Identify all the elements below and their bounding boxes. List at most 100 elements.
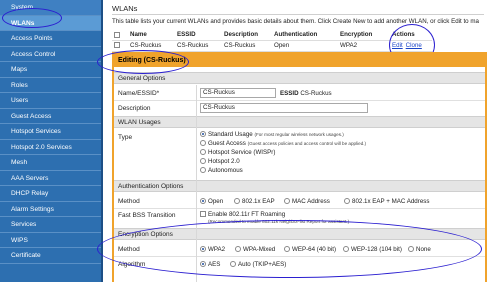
alg-aes-label: AES xyxy=(208,261,221,268)
row-select-cell xyxy=(112,39,128,52)
auth-8021x-mac[interactable]: 802.1x EAP + MAC Address xyxy=(344,198,429,205)
fast-bss-option[interactable]: Enable 802.11r FT Roaming xyxy=(200,211,285,218)
sidebar-item-services[interactable]: Services xyxy=(0,217,101,233)
enc-wep128-label: WEP-128 (104 bit) xyxy=(351,246,402,253)
cell-essid: CS-Ruckus xyxy=(175,39,222,52)
description-input[interactable]: CS-Ruckus xyxy=(200,103,368,113)
enc-none[interactable]: None xyxy=(408,246,431,253)
column-header-encryption: Encryption xyxy=(340,31,373,39)
panel-title: Editing (CS-Ruckus) xyxy=(114,54,485,67)
enc-wep-64[interactable]: WEP-64 (40 bit) xyxy=(284,246,336,253)
sidebar-item-certificate[interactable]: Certificate xyxy=(0,248,101,264)
essid-value: CS-Ruckus xyxy=(300,90,332,97)
type-guest-access[interactable]: Guest Access (Guest access policies and … xyxy=(200,140,366,147)
select-all-checkbox[interactable] xyxy=(114,31,120,38)
row-divider xyxy=(114,208,485,209)
sidebar-item-wlans[interactable]: WLANs xyxy=(0,15,101,31)
edit-wlan-panel: Editing (CS-Ruckus) General Options Name… xyxy=(112,52,487,282)
radio-auth-open[interactable] xyxy=(200,198,206,204)
radio-auth-8021x[interactable] xyxy=(234,198,240,204)
auth-open-label: Open xyxy=(208,198,224,205)
sidebar-item-aaa-servers[interactable]: AAA Servers xyxy=(0,171,101,186)
table-header-row: Name ESSID Description Authentication En… xyxy=(112,30,432,40)
sidebar-item-system[interactable]: System xyxy=(0,0,101,16)
radio-auth-mac[interactable] xyxy=(284,198,290,204)
edit-link[interactable]: Edit xyxy=(392,42,403,49)
sidebar-item-access-points[interactable]: Access Points xyxy=(0,31,101,47)
cell-actions: Edit Clone xyxy=(390,39,432,52)
radio-enc-wep64[interactable] xyxy=(284,246,290,252)
page-intro: This table lists your current WLANs and … xyxy=(112,18,479,25)
enc-wpa-mixed-label: WPA-Mixed xyxy=(243,246,276,253)
clone-link[interactable]: Clone xyxy=(406,42,422,49)
sidebar-item-maps[interactable]: Maps xyxy=(0,62,101,78)
select-header xyxy=(112,30,128,40)
sidebar-item-wips[interactable]: WIPS xyxy=(0,233,101,248)
cell-name: CS-Ruckus xyxy=(128,39,175,52)
alg-auto-label: Auto (TKIP+AES) xyxy=(238,261,287,268)
sidebar-item-alarm-settings[interactable]: Alarm Settings xyxy=(0,202,101,217)
radio-hotspot-2[interactable] xyxy=(200,158,206,164)
algorithm-label: Algorithm xyxy=(118,261,146,268)
radio-enc-wep128[interactable] xyxy=(343,246,349,252)
section-wlan-usages: WLAN Usages xyxy=(114,116,485,128)
essid-label-text: ESSID xyxy=(280,90,299,97)
sidebar-item-access-control[interactable]: Access Control xyxy=(0,47,101,62)
fast-bss-note: (Recommended to enable 802.11k Neighbor-… xyxy=(208,219,350,224)
type-autonomous[interactable]: Autonomous xyxy=(200,167,243,174)
fast-bss-checkbox-label: Enable 802.11r FT Roaming xyxy=(208,211,286,218)
type-standard-label: Standard Usage xyxy=(208,131,253,138)
radio-hotspot-service[interactable] xyxy=(200,149,206,155)
main-content: WLANs This table lists your current WLAN… xyxy=(97,0,490,282)
enc-wpa-mixed[interactable]: WPA-Mixed xyxy=(235,246,275,253)
name-essid-input[interactable]: CS-Ruckus xyxy=(200,88,276,98)
radio-enc-wpa-mixed[interactable] xyxy=(235,246,241,252)
auth-8021x-eap[interactable]: 802.1x EAP xyxy=(234,198,275,205)
column-header-essid: ESSID xyxy=(177,31,196,39)
cell-encryption: WPA2 xyxy=(338,39,390,52)
enc-wep-128[interactable]: WEP-128 (104 bit) xyxy=(343,246,402,253)
enc-wpa2-label: WPA2 xyxy=(208,246,226,253)
column-header-description: Description xyxy=(224,31,259,39)
radio-auth-8021x-mac[interactable] xyxy=(344,198,350,204)
alg-aes[interactable]: AES xyxy=(200,261,220,268)
radio-alg-aes[interactable] xyxy=(200,261,206,267)
type-hotspot-service[interactable]: Hotspot Service (WISPr) xyxy=(200,149,275,156)
column-header-authentication: Authentication xyxy=(274,31,318,39)
type-hotspot-2[interactable]: Hotspot 2.0 xyxy=(200,158,240,165)
sidebar-item-users[interactable]: Users xyxy=(0,93,101,109)
radio-enc-none[interactable] xyxy=(408,246,414,252)
row-divider xyxy=(114,100,485,101)
sidebar-item-roles[interactable]: Roles xyxy=(0,78,101,93)
sidebar-item-dhcp-relay[interactable]: DHCP Relay xyxy=(0,186,101,202)
wlan-table: Name ESSID Description Authentication En… xyxy=(112,30,432,52)
radio-guest-access[interactable] xyxy=(200,140,206,146)
sidebar-item-guest-access[interactable]: Guest Access xyxy=(0,109,101,124)
alg-auto[interactable]: Auto (TKIP+AES) xyxy=(230,261,286,268)
type-guest-note: (Guest access policies and access contro… xyxy=(247,141,367,146)
radio-alg-auto[interactable] xyxy=(230,261,236,267)
sidebar-nav: System WLANs Access Points Access Contro… xyxy=(0,0,103,282)
column-header-actions: Actions xyxy=(392,31,415,39)
enc-wpa2[interactable]: WPA2 xyxy=(200,246,225,253)
sidebar-item-mesh[interactable]: Mesh xyxy=(0,155,101,171)
fast-bss-checkbox[interactable] xyxy=(200,211,206,217)
type-standard-usage[interactable]: Standard Usage (For most regular wireles… xyxy=(200,131,344,138)
auth-mac-address[interactable]: MAC Address xyxy=(284,198,330,205)
row-checkbox[interactable] xyxy=(114,42,120,49)
description-label: Description xyxy=(118,105,151,112)
type-autonomous-label: Autonomous xyxy=(208,167,243,174)
section-general-options: General Options xyxy=(114,72,485,84)
fast-bss-label: Fast BSS Transition xyxy=(118,212,176,219)
radio-enc-wpa2[interactable] xyxy=(200,246,206,252)
auth-open[interactable]: Open xyxy=(200,198,223,205)
sidebar-item-hotspot-services[interactable]: Hotspot Services xyxy=(0,124,101,140)
enc-method-label: Method xyxy=(118,246,140,253)
auth-mac-label: MAC Address xyxy=(292,198,330,205)
auth-method-label: Method xyxy=(118,198,140,205)
type-standard-note: (For most regular wireless network usage… xyxy=(254,132,344,137)
radio-autonomous[interactable] xyxy=(200,167,206,173)
row-divider xyxy=(114,256,485,257)
sidebar-item-hotspot-2-services[interactable]: Hotspot 2.0 Services xyxy=(0,140,101,155)
radio-standard-usage[interactable] xyxy=(200,131,206,137)
